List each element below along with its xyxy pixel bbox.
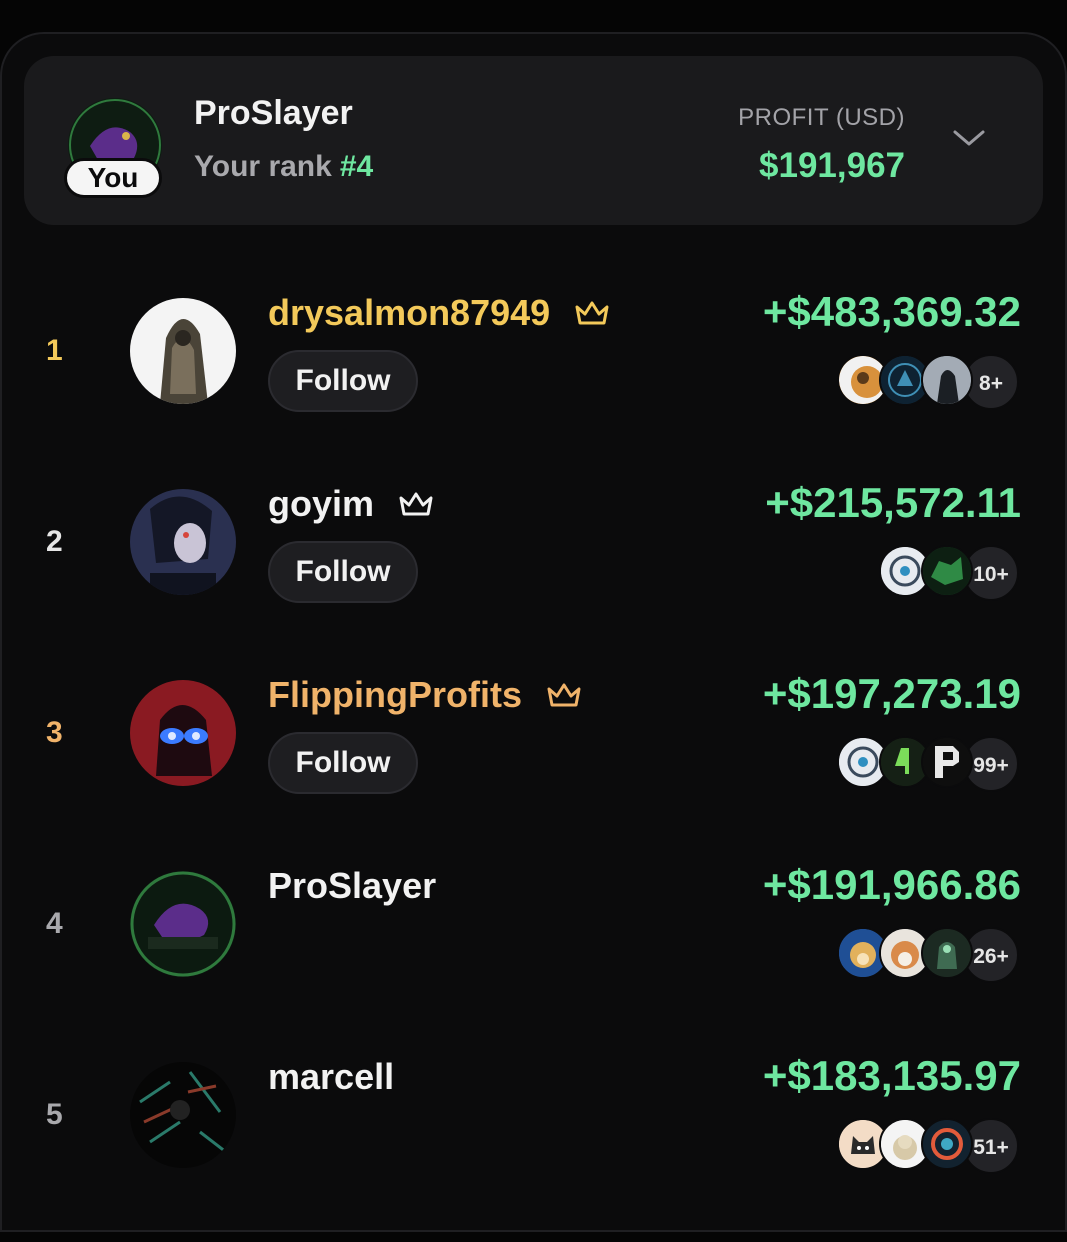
profit-label: PROFIT (USD): [738, 104, 905, 131]
username-text: ProSlayer: [268, 865, 437, 906]
leaderboard-row[interactable]: 4 ProSlayer +$191,966.86 26+: [0, 861, 1067, 1051]
token-icon: [921, 736, 973, 788]
crown-icon: [547, 683, 581, 707]
username-text: goyim: [268, 483, 375, 524]
username[interactable]: marcell: [268, 1056, 394, 1098]
profit-value: $191,967: [759, 146, 905, 185]
username[interactable]: FlippingProfits: [268, 674, 582, 716]
crown-icon: [575, 301, 609, 325]
crown-icon: [399, 492, 433, 516]
leaderboard-row[interactable]: 2 goyim Follow +$215,572.11 10+: [0, 479, 1067, 669]
rank-value: #4: [339, 150, 374, 183]
rank-number: 4: [46, 907, 63, 940]
profit-amount: +$191,966.86: [762, 861, 1021, 908]
follow-button[interactable]: Follow: [268, 732, 418, 794]
profit-amount: +$183,135.97: [762, 1052, 1021, 1099]
rank-number: 3: [46, 716, 63, 749]
current-user-rank: Your rank #4: [194, 150, 373, 184]
avatar[interactable]: [130, 298, 236, 404]
avatar[interactable]: [130, 680, 236, 786]
follow-button[interactable]: Follow: [268, 541, 418, 603]
chevron-down-icon[interactable]: [951, 126, 987, 150]
rank-number: 5: [46, 1098, 63, 1131]
username-text: marcell: [268, 1056, 395, 1097]
profit-amount: +$197,273.19: [762, 670, 1021, 717]
leaderboard-row[interactable]: 5 marcell +$183,135.97 51+: [0, 1052, 1067, 1242]
rank-label: Your rank: [194, 150, 332, 183]
username-text: drysalmon87949: [268, 292, 551, 333]
username-text: FlippingProfits: [268, 674, 522, 715]
follow-button[interactable]: Follow: [268, 350, 418, 412]
avatar[interactable]: [130, 1062, 236, 1168]
profit-amount: +$483,369.32: [762, 288, 1021, 335]
avatar[interactable]: [130, 489, 236, 595]
token-icon: [921, 545, 973, 597]
username[interactable]: drysalmon87949: [268, 292, 610, 334]
leaderboard-row[interactable]: 3 FlippingProfits Follow +$197,273.19 99…: [0, 670, 1067, 860]
username[interactable]: ProSlayer: [268, 865, 436, 907]
token-stack[interactable]: 10+: [879, 545, 1019, 601]
token-stack[interactable]: 8+: [837, 354, 1019, 410]
rank-number: 2: [46, 525, 63, 558]
token-stack[interactable]: 99+: [837, 736, 1019, 792]
token-icon: [921, 1118, 973, 1170]
token-stack[interactable]: 26+: [837, 927, 1019, 983]
current-user-card[interactable]: You ProSlayer Your rank #4 PROFIT (USD) $…: [24, 56, 1043, 225]
current-user-name: ProSlayer: [194, 94, 353, 132]
token-stack[interactable]: 51+: [837, 1118, 1019, 1174]
profit-amount: +$215,572.11: [765, 479, 1021, 526]
leaderboard-row[interactable]: 1 drysalmon87949 Follow +$483,369.32 8+: [0, 288, 1067, 478]
username[interactable]: goyim: [268, 483, 434, 525]
token-icon: [921, 927, 973, 979]
rank-number: 1: [46, 334, 63, 367]
token-icon: [921, 354, 973, 406]
avatar[interactable]: [130, 871, 236, 977]
you-badge: You: [64, 158, 162, 198]
